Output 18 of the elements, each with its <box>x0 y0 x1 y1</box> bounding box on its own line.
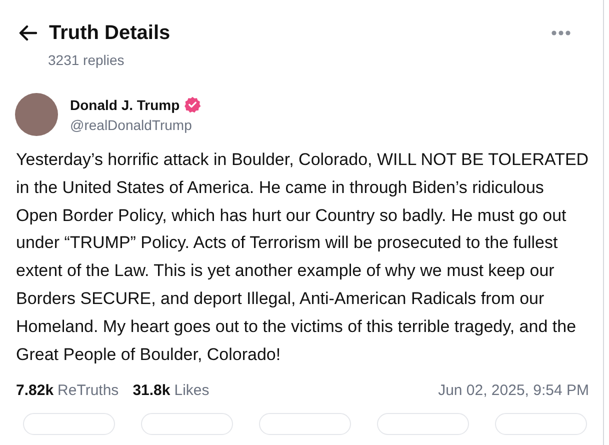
avatar-placeholder[interactable] <box>15 93 58 136</box>
stat-count: 7.82k <box>16 382 54 400</box>
author-name[interactable]: Donald J. Trump <box>70 96 180 112</box>
action-pill[interactable] <box>495 413 587 436</box>
action-pill[interactable] <box>259 413 351 436</box>
stat-label[interactable]: ReTruths <box>58 382 119 400</box>
reply-count: 3231 replies <box>47 51 126 68</box>
page-title: Truth Details <box>49 22 170 44</box>
action-pill[interactable] <box>377 413 469 436</box>
author-handle[interactable]: @realDonaldTrump <box>70 117 201 133</box>
action-pill[interactable] <box>141 413 233 436</box>
back-arrow-icon[interactable] <box>19 25 37 41</box>
stat-count: 31.8k <box>132 382 170 400</box>
action-pill[interactable] <box>23 413 115 436</box>
post-text: Yesterday’s horrific attack in Boulder, Colorado, WILL NOT BE TOLERATED in the United States of America. He came in through Biden’s ridiculous Open Border Policy, which has hurt our Country so badly. He must go out under “TRUMP” Policy. Acts of Terrorism will be prosecuted to the fullest extent of the Law. This is yet another example of why we must keep our Borders SECURE, and deport Illegal, Anti-American Radicals from our Homeland. My heart goes out to the victims of this terrible tragedy, and the Great People of Boulder, Colorado! <box>16 149 589 366</box>
more-options-icon[interactable] <box>551 30 571 36</box>
post-timestamp: Jun 02, 2025, 9:54 PM <box>438 382 589 400</box>
stat-label[interactable]: Likes <box>174 382 210 400</box>
